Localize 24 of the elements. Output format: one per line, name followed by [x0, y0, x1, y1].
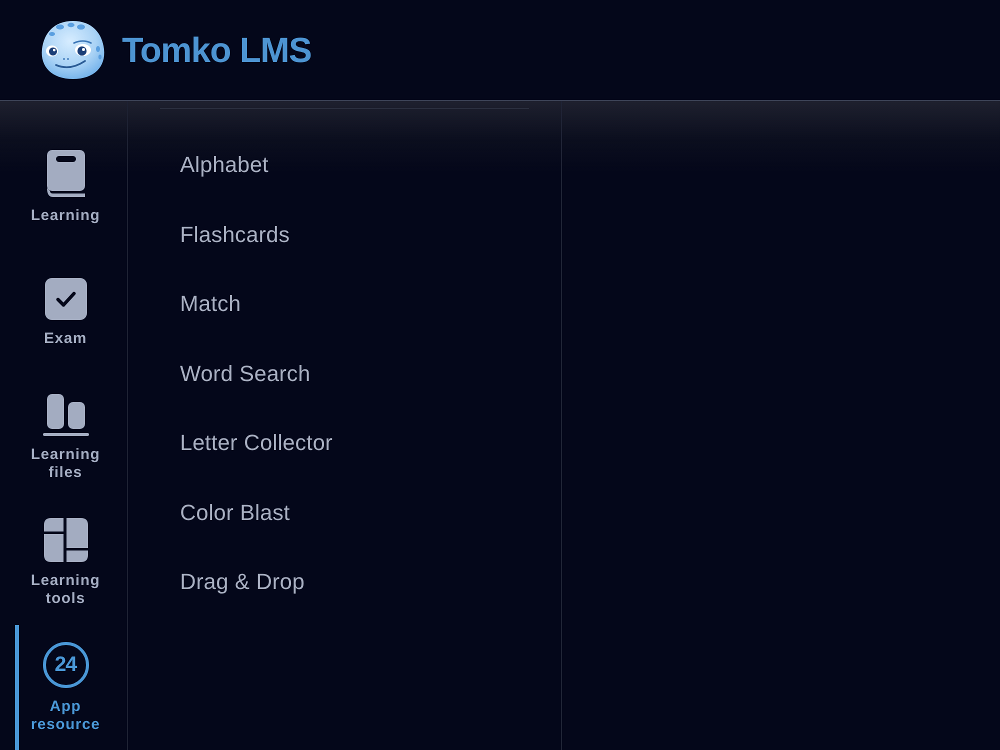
mascot-face-icon [40, 21, 106, 79]
sidebar-label: Learning tools [30, 572, 102, 608]
menu-item[interactable]: Alphabet [180, 152, 269, 178]
menu-item[interactable]: Color Blast [180, 500, 290, 526]
files-icon [42, 394, 88, 436]
checkbox-icon [44, 278, 86, 320]
sidebar-item[interactable]: Learning [15, 125, 112, 250]
menu-item[interactable]: Word Search [180, 360, 310, 386]
grid-icon [44, 518, 88, 562]
sidebar-item[interactable]: Learning tools [15, 500, 112, 625]
sidebar-label: Learning [30, 207, 102, 225]
sidebar-label: Exam [42, 330, 88, 348]
sidebar-label: Learning files [30, 446, 102, 482]
sidebar-item[interactable]: Exam [15, 250, 112, 375]
menu-item[interactable]: Flashcards [180, 222, 290, 248]
circled-number-icon: 24 [42, 642, 88, 688]
menu-item[interactable]: Letter Collector [180, 430, 333, 456]
book-icon [46, 150, 84, 197]
menu-item[interactable]: Drag & Drop [180, 569, 305, 595]
sidebar-label: App resource [30, 698, 102, 734]
sidebar-item[interactable]: Learning files [15, 375, 112, 500]
app-title: Tomko LMS [122, 32, 312, 68]
sidebar-item[interactable]: 24 App resource [15, 625, 112, 750]
menu-item[interactable]: Match [180, 291, 242, 317]
